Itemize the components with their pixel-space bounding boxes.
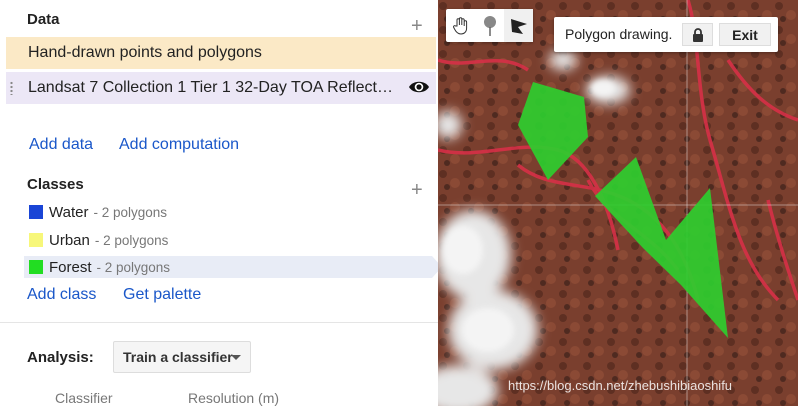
analysis-dropdown[interactable]: Train a classifier	[113, 341, 251, 373]
layer-hand-drawn[interactable]: Hand-drawn points and polygons	[6, 37, 436, 69]
layer-label: Landsat 7 Collection 1 Tier 1 32-Day TOA…	[28, 79, 398, 96]
classes-section-title: Classes	[27, 176, 84, 193]
map-toolbar	[446, 9, 533, 42]
add-data-plus-icon[interactable]: +	[411, 16, 423, 36]
layer-landsat[interactable]: Landsat 7 Collection 1 Tier 1 32-Day TOA…	[6, 72, 436, 104]
analysis-label: Analysis:	[27, 349, 94, 366]
left-panel: Data + Hand-drawn points and polygons La…	[0, 0, 442, 406]
drag-handle-icon[interactable]	[10, 81, 13, 95]
column-header-resolution: Resolution (m)	[188, 390, 280, 406]
add-class-plus-icon[interactable]: +	[411, 180, 423, 200]
class-count: - 2 polygons	[96, 259, 171, 275]
eye-icon[interactable]	[408, 78, 430, 96]
lock-icon	[692, 27, 703, 42]
class-row-water[interactable]: Water - 2 polygons	[24, 201, 432, 223]
add-computation-link[interactable]: Add computation	[119, 136, 239, 154]
class-row-forest[interactable]: Forest - 2 polygons	[24, 256, 442, 278]
class-row-urban[interactable]: Urban - 2 polygons	[24, 229, 432, 251]
data-section-title: Data	[27, 11, 60, 28]
satellite-image	[438, 0, 798, 406]
map-view[interactable]: Polygon drawing. Exit https://blog.csdn.…	[438, 0, 798, 406]
get-palette-link[interactable]: Get palette	[123, 286, 201, 304]
caret-down-icon	[231, 355, 241, 360]
hand-icon[interactable]	[446, 9, 475, 42]
class-count: - 2 polygons	[94, 232, 169, 248]
add-data-link[interactable]: Add data	[29, 136, 93, 154]
drawing-mode-label: Polygon drawing.	[565, 26, 673, 42]
divider	[0, 322, 438, 323]
class-name: Forest	[49, 258, 92, 276]
column-header-classifier: Classifier	[55, 390, 113, 406]
color-swatch	[29, 260, 43, 274]
dropdown-value: Train a classifier	[123, 349, 233, 365]
add-class-link[interactable]: Add class	[27, 286, 96, 304]
class-count: - 2 polygons	[93, 204, 167, 220]
class-name: Water	[49, 203, 89, 221]
watermark: https://blog.csdn.net/zhebushibiaoshifu	[508, 378, 733, 393]
color-swatch	[29, 233, 43, 247]
drawing-status-panel: Polygon drawing. Exit	[554, 17, 778, 52]
class-name: Urban	[49, 231, 90, 249]
lock-button[interactable]	[682, 23, 713, 46]
color-swatch	[29, 205, 43, 219]
layer-label: Hand-drawn points and polygons	[28, 44, 262, 61]
exit-button[interactable]: Exit	[719, 23, 771, 46]
polygon-icon[interactable]	[504, 9, 533, 42]
marker-icon[interactable]	[475, 9, 504, 42]
